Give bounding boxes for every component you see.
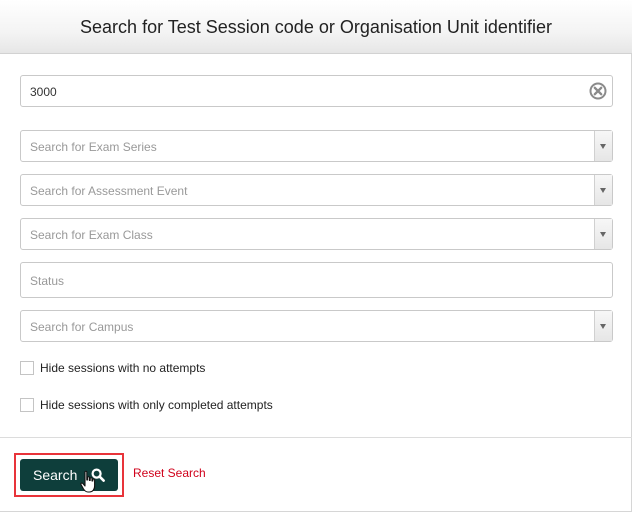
hide-no-attempts-label[interactable]: Hide sessions with no attempts — [40, 361, 205, 375]
reset-search-link[interactable]: Reset Search — [133, 466, 206, 480]
search-button-label: Search — [33, 467, 78, 483]
assessment-event-placeholder: Search for Assessment Event — [30, 184, 188, 198]
exam-series-placeholder: Search for Exam Series — [30, 140, 157, 154]
hide-completed-checkbox[interactable] — [20, 398, 34, 412]
chevron-down-icon[interactable] — [594, 175, 612, 205]
exam-class-placeholder: Search for Exam Class — [30, 228, 153, 242]
search-input-value: 3000 — [30, 85, 57, 99]
hand-cursor-icon — [80, 470, 96, 493]
chevron-down-icon[interactable] — [594, 311, 612, 341]
hide-no-attempts-checkbox[interactable] — [20, 361, 34, 375]
chevron-down-icon[interactable] — [594, 219, 612, 249]
hide-completed-label[interactable]: Hide sessions with only completed attemp… — [40, 398, 273, 412]
campus-placeholder: Search for Campus — [30, 320, 134, 334]
status-placeholder: Status — [30, 274, 65, 288]
assessment-event-select[interactable]: Search for Assessment Event — [20, 174, 613, 206]
panel-header: Search for Test Session code or Organisa… — [0, 0, 632, 54]
search-panel: Search for Test Session code or Organisa… — [0, 0, 632, 512]
exam-class-select[interactable]: Search for Exam Class — [20, 218, 613, 250]
status-input[interactable]: Status — [20, 262, 613, 298]
exam-series-select[interactable]: Search for Exam Series — [20, 130, 613, 162]
campus-select[interactable]: Search for Campus — [20, 310, 613, 342]
chevron-down-icon[interactable] — [594, 131, 612, 161]
footer-divider — [0, 437, 632, 438]
clear-icon[interactable] — [589, 82, 607, 100]
search-input[interactable]: 3000 — [20, 75, 613, 107]
panel-title: Search for Test Session code or Organisa… — [80, 17, 552, 37]
search-button[interactable]: Search — [20, 459, 118, 491]
